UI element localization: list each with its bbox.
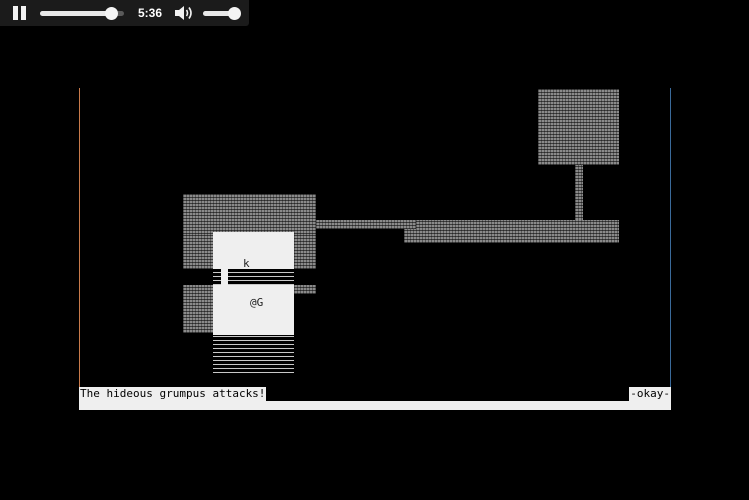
seek-progress-fill: [40, 11, 112, 16]
room-west-wall-left: [183, 234, 213, 269]
video-control-bar: 5:36: [0, 0, 249, 26]
message-text: The hideous grumpus attacks!: [79, 387, 267, 401]
pause-button[interactable]: [12, 6, 28, 20]
room-northeast: [538, 89, 619, 165]
game-screen[interactable]: 5:36 k @G The hideous grumpus attacks! -…: [0, 0, 749, 500]
doorway: [221, 269, 228, 285]
seek-thumb[interactable]: [105, 7, 119, 20]
corridor-vertical: [575, 165, 583, 221]
volume-button[interactable]: [174, 5, 194, 21]
lit-floor-lower: [213, 285, 294, 335]
map-frame-right: [670, 88, 671, 410]
pause-icon-bar: [21, 6, 26, 20]
elapsed-time: 5:36: [138, 6, 163, 20]
okay-prompt[interactable]: -okay-: [629, 387, 671, 401]
corridor-horizontal: [316, 220, 416, 229]
volume-thumb[interactable]: [227, 7, 241, 20]
lit-floor-upper: [213, 232, 294, 269]
speaker-icon: [175, 6, 192, 20]
corridor-east: [404, 220, 619, 243]
monster-k: k: [243, 257, 250, 270]
unexplored-floor-south: [213, 335, 294, 373]
seek-slider[interactable]: [40, 7, 124, 20]
room-west-ledge: [294, 285, 316, 294]
message-line-underline: [79, 401, 671, 410]
message-line: The hideous grumpus attacks! -okay-: [79, 387, 671, 410]
pause-icon: [13, 6, 18, 20]
player-glyph: @G: [250, 296, 264, 309]
room-west-wall-top: [183, 194, 316, 234]
map-frame-left: [79, 88, 80, 410]
volume-slider[interactable]: [203, 7, 241, 20]
room-west-wall-right: [294, 234, 316, 269]
room-west-wall-lower: [183, 285, 213, 333]
